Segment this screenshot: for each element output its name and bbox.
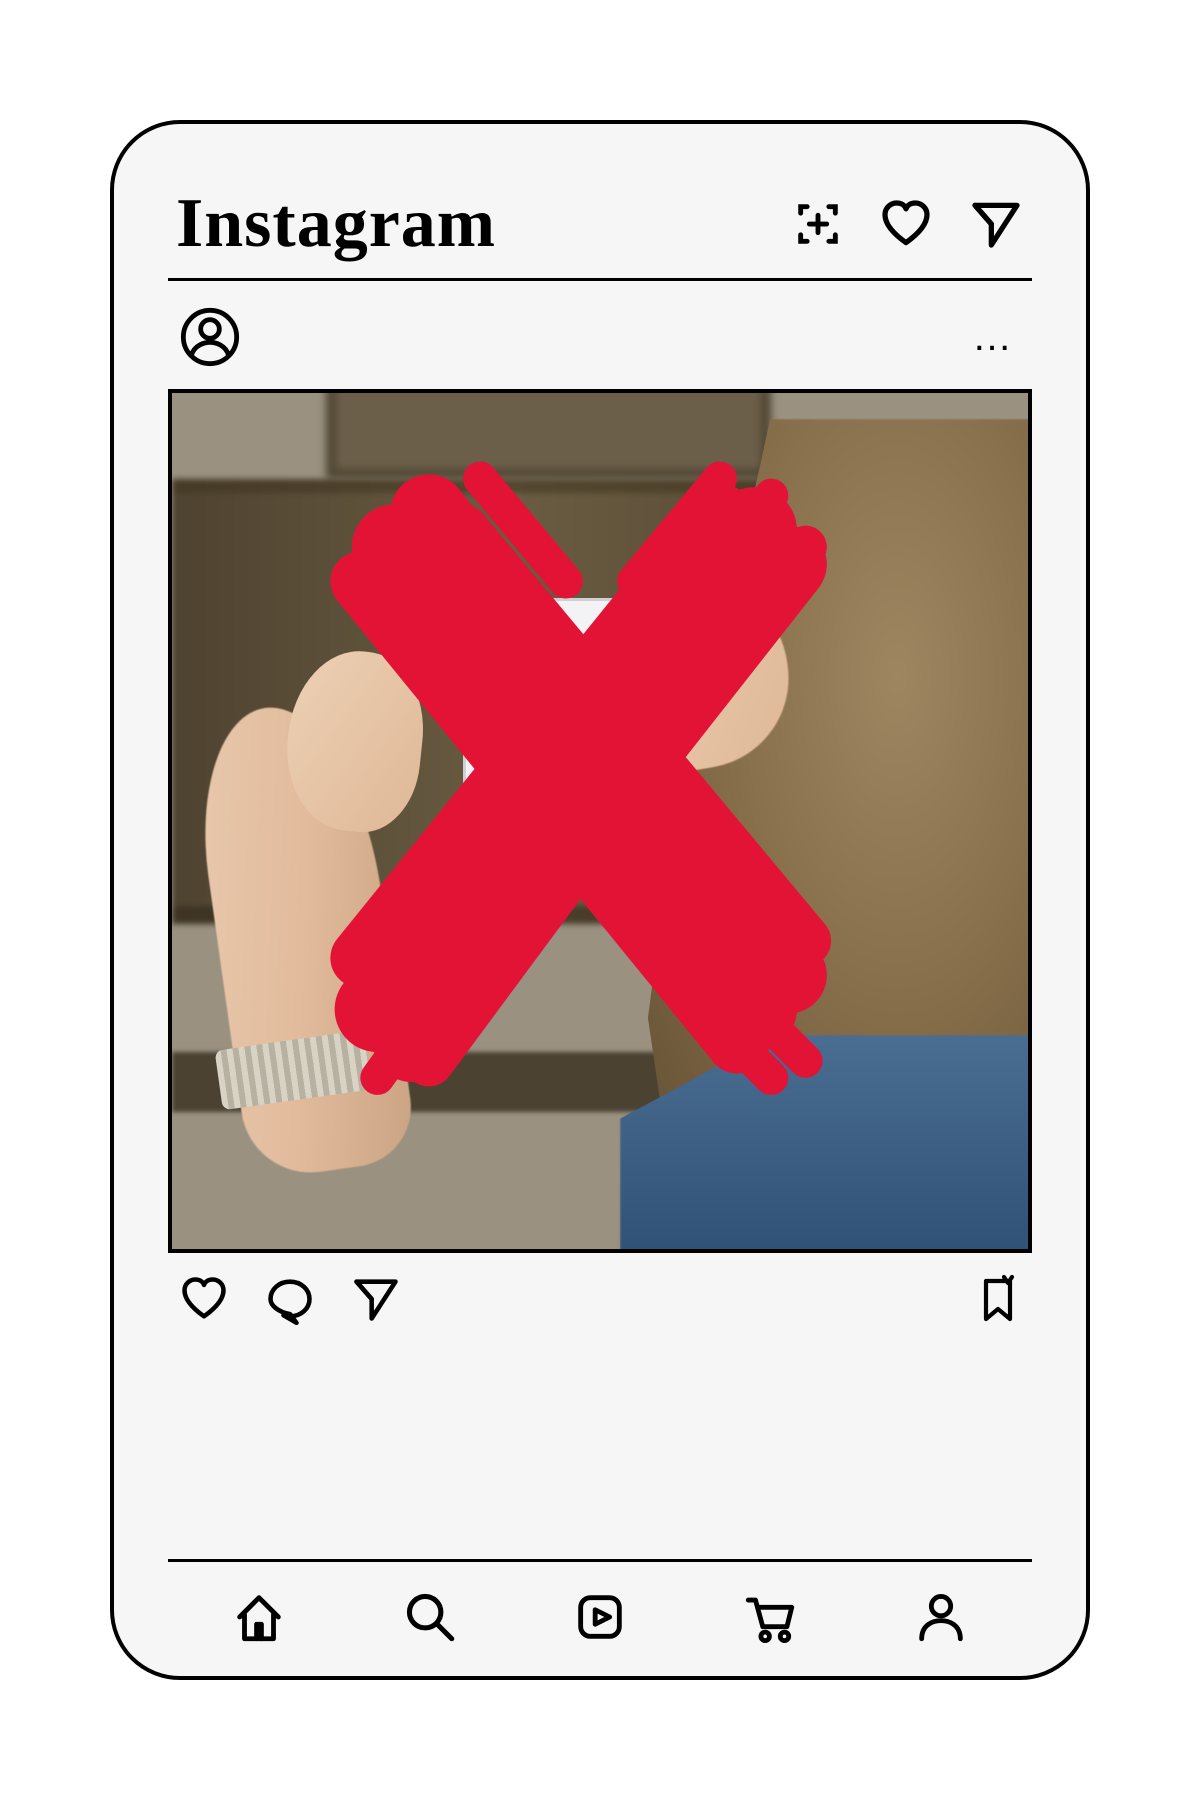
bottom-nav xyxy=(168,1562,1032,1646)
app-logo: Instagram xyxy=(176,184,496,264)
comment-icon[interactable] xyxy=(264,1273,316,1325)
more-options-icon[interactable]: … xyxy=(972,315,1022,360)
app-header: Instagram xyxy=(168,184,1032,281)
home-icon[interactable] xyxy=(230,1588,288,1646)
person-icon[interactable] xyxy=(912,1588,970,1646)
bookmark-icon[interactable] xyxy=(974,1273,1022,1325)
send-icon[interactable] xyxy=(968,196,1024,252)
overlay-x-icon xyxy=(172,393,1028,1249)
cart-icon[interactable] xyxy=(741,1588,799,1646)
post-actions xyxy=(168,1253,1032,1325)
heart-icon[interactable] xyxy=(878,196,934,252)
post-image[interactable] xyxy=(168,389,1032,1253)
profile-icon[interactable] xyxy=(178,305,242,369)
new-post-icon[interactable] xyxy=(792,198,844,250)
post-header: … xyxy=(168,281,1032,389)
share-send-icon[interactable] xyxy=(350,1273,402,1325)
reels-icon[interactable] xyxy=(571,1588,629,1646)
search-icon[interactable] xyxy=(401,1588,459,1646)
phone-mockup: Instagram xyxy=(110,120,1090,1680)
like-heart-icon[interactable] xyxy=(178,1273,230,1325)
header-actions xyxy=(792,196,1024,252)
